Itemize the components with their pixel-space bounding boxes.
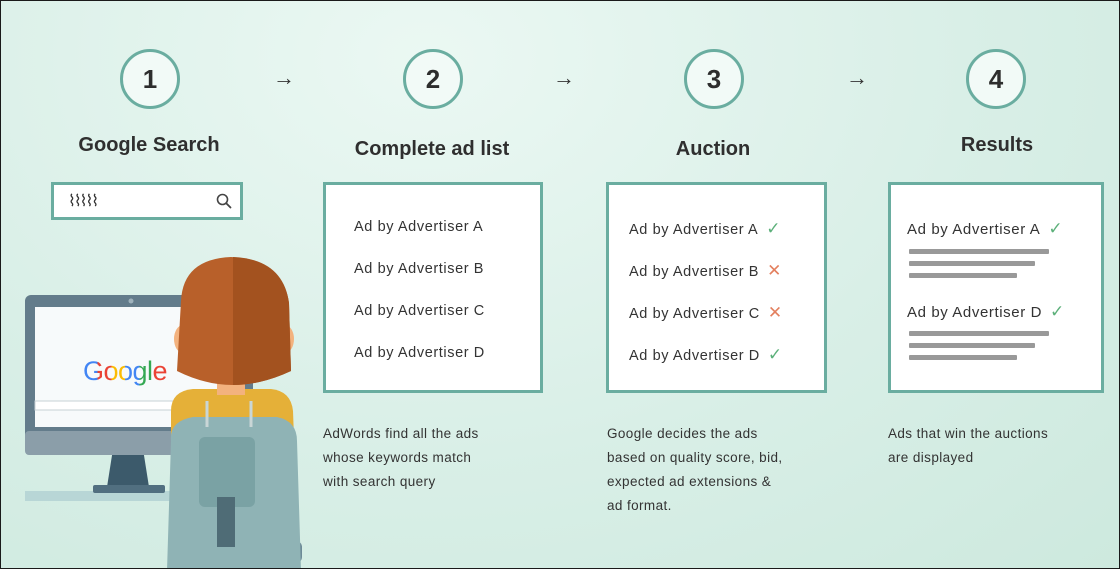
auction-item: Ad by Advertiser B ✕ bbox=[629, 261, 782, 280]
step-3-title: Auction bbox=[675, 138, 751, 160]
complete-ad-list-box: Ad by Advertiser A Ad by Advertiser B Ad… bbox=[323, 182, 543, 393]
result-text-line bbox=[909, 343, 1035, 348]
results-box: Ad by Advertiser A ✓ Ad by Advertiser D ✓ bbox=[888, 182, 1104, 393]
auction-item: Ad by Advertiser A ✓ bbox=[629, 219, 782, 238]
auction-item: Ad by Advertiser C ✕ bbox=[629, 303, 783, 322]
step-2-title: Complete ad list bbox=[354, 138, 510, 160]
step-3-number: 3 bbox=[684, 49, 744, 109]
magnifier-icon bbox=[216, 193, 232, 209]
result-item: Ad by Advertiser A ✓ bbox=[907, 219, 1064, 238]
result-text-line bbox=[909, 273, 1017, 278]
cross-icon: ✕ bbox=[767, 303, 783, 322]
arrow-icon: → bbox=[846, 65, 868, 90]
auction-item: Ad by Advertiser D ✓ bbox=[629, 345, 783, 364]
check-icon: ✓ bbox=[1048, 219, 1064, 238]
check-icon: ✓ bbox=[766, 219, 782, 238]
google-logo: Google bbox=[83, 356, 168, 386]
result-text-line bbox=[909, 331, 1049, 336]
result-text-line bbox=[909, 261, 1035, 266]
arrow-icon: → bbox=[273, 65, 295, 90]
result-item: Ad by Advertiser D ✓ bbox=[907, 302, 1065, 321]
ad-list-description: AdWords find all the ads whose keywords … bbox=[323, 426, 479, 489]
arrow-icon: → bbox=[553, 65, 575, 90]
ad-list-item: Ad by Advertiser A bbox=[354, 219, 484, 235]
step-4-title: Results bbox=[960, 134, 1034, 156]
ad-list-item: Ad by Advertiser D bbox=[354, 345, 485, 361]
step-1-title: Google Search bbox=[78, 134, 220, 156]
step-1-number: 1 bbox=[120, 49, 180, 109]
ad-list-item: Ad by Advertiser B bbox=[354, 261, 485, 277]
ad-list-item: Ad by Advertiser C bbox=[354, 303, 485, 319]
search-query-squiggle: ⌇⌇⌇⌇⌇ bbox=[68, 193, 99, 210]
step-4-number: 4 bbox=[966, 49, 1026, 109]
result-text-line bbox=[909, 355, 1017, 360]
adwords-process-diagram: 1 2 3 4 → → → Google Search Complete ad … bbox=[0, 0, 1120, 569]
check-icon: ✓ bbox=[1050, 302, 1065, 321]
cross-icon: ✕ bbox=[767, 261, 782, 280]
results-description: Ads that win the auctions are displayed bbox=[888, 426, 1049, 465]
check-icon: ✓ bbox=[767, 345, 783, 364]
result-text-line bbox=[909, 249, 1049, 254]
auction-box: Ad by Advertiser A ✓ Ad by Advertiser B ✕ … bbox=[606, 182, 827, 393]
auction-description: Google decides the ads based on quality … bbox=[607, 426, 783, 513]
search-bar: ⌇⌇⌇⌇⌇ bbox=[51, 182, 243, 220]
step-2-number: 2 bbox=[403, 49, 463, 109]
user-at-computer-illustration bbox=[25, 257, 302, 568]
